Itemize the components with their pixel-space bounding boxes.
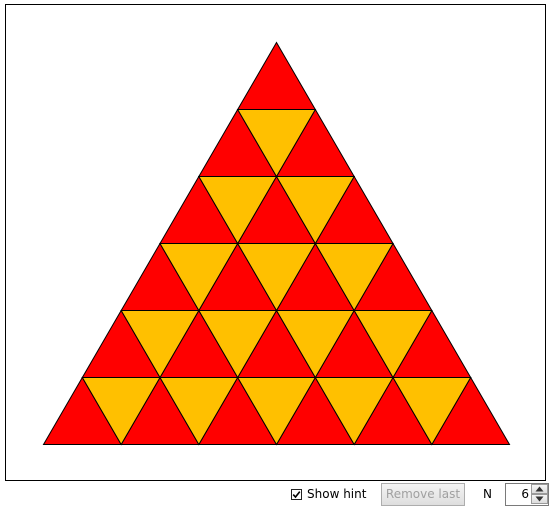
triangle-up-icon (535, 486, 544, 492)
n-spinner[interactable]: 6 (505, 483, 549, 506)
n-value[interactable]: 6 (506, 484, 529, 505)
puzzle-board[interactable] (5, 4, 546, 481)
show-hint-checkbox[interactable] (291, 489, 302, 500)
upright-triangle-cell[interactable] (236, 41, 317, 110)
control-bar: Show hint Remove last N 6 (0, 482, 552, 510)
spinner-up-button[interactable] (531, 484, 548, 494)
checkmark-icon (292, 491, 301, 499)
spinner-down-button[interactable] (531, 494, 548, 504)
show-hint-label[interactable]: Show hint (307, 487, 366, 501)
n-label: N (483, 487, 492, 501)
remove-last-button[interactable]: Remove last (381, 483, 465, 506)
triangle-down-icon (535, 496, 544, 502)
triangle-grid[interactable] (6, 5, 545, 480)
